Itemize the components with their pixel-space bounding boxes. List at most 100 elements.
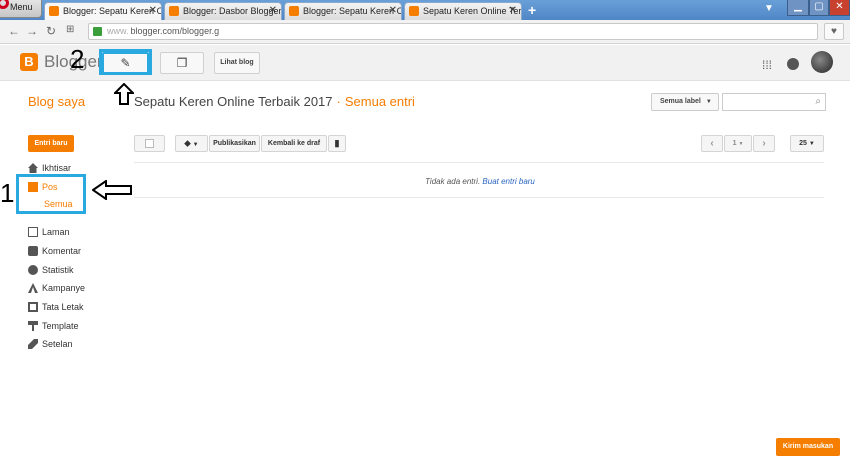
- sidebar-item-label: Laman: [42, 227, 70, 237]
- sidebar-item-label: Template: [42, 321, 79, 331]
- new-tab-button[interactable]: +: [528, 2, 542, 18]
- copy-icon: ❐: [176, 56, 188, 70]
- divider: [134, 162, 824, 163]
- browser-tab-bar: Menu Blogger: Sepatu Keren Onl ✕ Blogger…: [0, 0, 850, 20]
- window-close-button[interactable]: ✕: [829, 0, 850, 16]
- search-icon: ⌕: [815, 96, 821, 107]
- select-all-checkbox[interactable]: [134, 135, 165, 152]
- page-title: Sepatu Keren Online Terbaik 2017 · Semua e…: [134, 94, 415, 109]
- create-post-link[interactable]: Buat entri baru: [482, 177, 534, 186]
- blogger-favicon-icon: [169, 6, 179, 16]
- url-text: blogger.com/blogger.g: [130, 26, 220, 36]
- sidebar-item-template[interactable]: Template: [28, 320, 79, 334]
- empty-state-message: Tidak ada entri. Buat entri baru: [0, 177, 850, 186]
- menu-label: Menu: [10, 2, 33, 12]
- opera-logo-icon: [0, 0, 9, 9]
- trash-icon: ▮: [334, 138, 340, 148]
- blogger-favicon-icon: [49, 6, 59, 16]
- home-icon: [28, 163, 38, 173]
- title-separator: ·: [336, 94, 341, 109]
- prev-page-button[interactable]: ‹: [701, 135, 723, 152]
- sidebar-item-campaigns[interactable]: Kampanye: [28, 282, 85, 296]
- chevron-right-icon: ›: [762, 138, 766, 149]
- page-select[interactable]: 1 ▼: [724, 135, 752, 152]
- tab-title: Blogger: Dasbor Blogger: [183, 6, 282, 16]
- speed-dial-icon[interactable]: ⊞: [66, 24, 74, 35]
- new-post-button[interactable]: Entri baru: [28, 135, 74, 152]
- url-scheme: www.: [107, 26, 129, 36]
- comment-icon: [28, 246, 38, 256]
- sidebar-item-pages[interactable]: Laman: [28, 226, 70, 240]
- close-icon[interactable]: ✕: [269, 3, 277, 19]
- delete-button[interactable]: ▮: [328, 135, 346, 152]
- tab-blogger-dashboard[interactable]: Blogger: Dasbor Blogger ✕: [164, 2, 282, 20]
- address-bar: ← → ↻ ⊞ www. blogger.com/blogger.g ♥: [0, 20, 850, 44]
- avatar[interactable]: [811, 51, 833, 73]
- heart-icon[interactable]: ♥: [824, 23, 844, 40]
- divider: [134, 197, 824, 198]
- my-blogs-link[interactable]: Blog saya: [28, 94, 85, 109]
- search-input[interactable]: ⌕: [722, 93, 826, 111]
- tag-icon: ⬥: [184, 138, 191, 148]
- apps-grid-icon[interactable]: ⁞⁞⁞: [762, 58, 772, 72]
- tab-menu-icon[interactable]: ▼: [764, 3, 778, 15]
- tab-blog-site[interactable]: Sepatu Keren Online Terba ✕: [404, 2, 522, 20]
- minimize-button[interactable]: ▁: [787, 0, 809, 16]
- close-icon[interactable]: ✕: [509, 3, 517, 19]
- reload-icon[interactable]: ↻: [46, 24, 56, 38]
- label-filter-select[interactable]: Semua label ▼: [651, 93, 719, 111]
- caret-down-icon: ▼: [808, 141, 815, 147]
- pages-icon: [28, 227, 38, 237]
- maximize-button[interactable]: ▢: [809, 0, 829, 16]
- next-page-button[interactable]: ›: [753, 135, 775, 152]
- stats-icon: [28, 265, 38, 275]
- lock-icon: [93, 27, 102, 36]
- caret-down-icon: ▼: [705, 99, 712, 105]
- url-input[interactable]: www. blogger.com/blogger.g: [88, 23, 818, 40]
- back-icon[interactable]: ←: [8, 24, 20, 38]
- publish-button[interactable]: Publikasikan: [209, 135, 260, 152]
- revert-to-draft-button[interactable]: Kembali ke draf: [261, 135, 327, 152]
- tab-title: Sepatu Keren Online Terba: [423, 6, 522, 16]
- sidebar-item-label: Kampanye: [42, 283, 86, 293]
- sidebar-item-label: Statistik: [42, 265, 74, 275]
- page-size-select[interactable]: 25 ▼: [790, 135, 824, 152]
- close-icon[interactable]: ✕: [149, 3, 157, 19]
- notification-icon[interactable]: [787, 58, 799, 70]
- arrow-up-icon: [114, 83, 134, 105]
- label-filter-value: Semua label: [660, 98, 701, 105]
- view-blog-button[interactable]: Lihat blog: [214, 52, 260, 74]
- close-icon[interactable]: ✕: [389, 3, 397, 19]
- layout-icon: [28, 302, 38, 312]
- blogger-logo-icon[interactable]: B: [20, 53, 38, 71]
- posts-list-button[interactable]: ❐: [160, 52, 204, 74]
- sidebar-item-settings[interactable]: Setelan: [28, 338, 73, 352]
- forward-icon[interactable]: →: [26, 24, 38, 38]
- tab-blogger-post[interactable]: Blogger: Sepatu Keren Onl ✕: [44, 2, 162, 20]
- send-feedback-button[interactable]: Kirim masukan: [776, 438, 840, 456]
- sidebar-item-comments[interactable]: Komentar: [28, 245, 81, 259]
- tab-blogger-sepatu[interactable]: Blogger: Sepatu Keren On ✕: [284, 2, 402, 20]
- caret-down-icon: ▼: [192, 142, 199, 148]
- caret-down-icon: ▼: [738, 141, 744, 147]
- tab-title: Blogger: Sepatu Keren On: [303, 6, 402, 16]
- sidebar-item-overview[interactable]: Ikhtisar: [28, 162, 71, 176]
- sidebar-item-layout[interactable]: Tata Letak: [28, 301, 84, 315]
- empty-state-text: Tidak ada entri.: [425, 177, 481, 186]
- blog-name: Sepatu Keren Online Terbaik 2017: [134, 94, 333, 109]
- chevron-left-icon: ‹: [710, 138, 714, 149]
- annotation-number-2: 2: [70, 44, 85, 74]
- template-icon: [28, 321, 38, 331]
- page-size-value: 25: [799, 140, 807, 147]
- wrench-icon: [28, 339, 38, 349]
- label-menu-button[interactable]: ⬥ ▼: [175, 135, 208, 152]
- campaign-icon: [28, 283, 38, 293]
- section-name: Semua entri: [344, 94, 415, 109]
- sidebar-subitem-all[interactable]: Semua: [44, 199, 73, 209]
- sidebar-item-label: Komentar: [42, 246, 82, 256]
- checkbox-icon: [145, 139, 154, 148]
- sidebar-item-stats[interactable]: Statistik: [28, 264, 74, 278]
- tab-title: Blogger: Sepatu Keren Onl: [63, 6, 162, 16]
- blogger-favicon-icon: [289, 6, 299, 16]
- browser-menu-button[interactable]: Menu: [0, 0, 42, 18]
